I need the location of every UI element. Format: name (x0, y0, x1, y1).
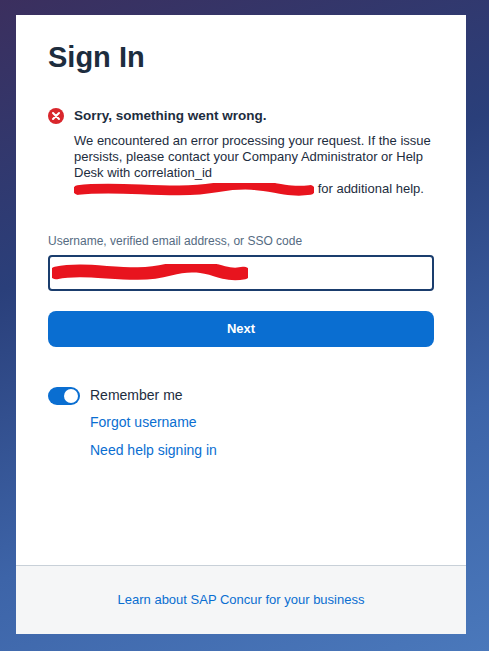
redaction-mark (52, 264, 248, 282)
next-button[interactable]: Next (48, 311, 434, 347)
error-title: Sorry, something went wrong. (74, 107, 434, 125)
error-message: Sorry, something went wrong. We encounter… (48, 107, 434, 197)
username-input[interactable] (48, 255, 434, 291)
help-link[interactable]: Need help signing in (90, 440, 434, 460)
footer-link[interactable]: Learn about SAP Concur for your business (118, 590, 365, 610)
card-footer: Learn about SAP Concur for your business (16, 565, 466, 634)
page-title: Sign In (48, 39, 434, 75)
username-label: Username, verified email address, or SSO… (48, 233, 434, 249)
redaction-mark (74, 183, 314, 197)
remember-me-toggle[interactable] (48, 387, 80, 405)
error-icon (48, 108, 64, 124)
error-text: We encountered an error processing your … (74, 133, 434, 197)
sign-in-page: Sign In Sorry, something went wrong. We en… (0, 0, 489, 651)
remember-me-label: Remember me (90, 385, 183, 406)
help-link[interactable]: Forgot username (90, 412, 434, 432)
sign-in-card: Sign In Sorry, something went wrong. We en… (16, 15, 466, 634)
